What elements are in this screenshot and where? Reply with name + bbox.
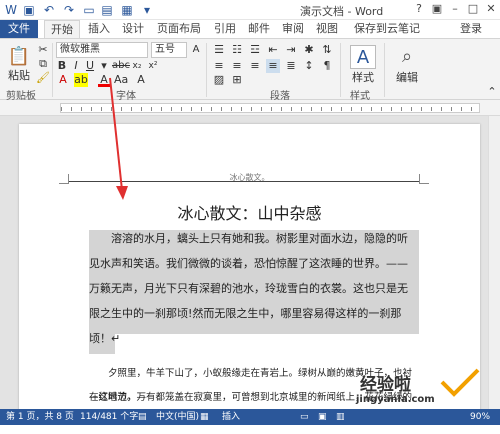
watermark-logo: 经验啦	[360, 375, 411, 395]
arrow-line	[109, 77, 123, 191]
status-bar: 第 1 页，共 8 页 114/481 个字 ▤ 中文(中国) ▦ 插入 ▭ ▣…	[0, 409, 500, 425]
annotation-arrow	[109, 77, 128, 200]
arrow-head	[116, 186, 128, 200]
page-count[interactable]: 第 1 页，共 8 页	[6, 409, 74, 425]
language[interactable]: 中文(中国)	[156, 409, 199, 425]
insert-mode[interactable]: 插入	[222, 409, 240, 425]
read-mode-icon[interactable]: ▭	[300, 409, 309, 425]
word-count[interactable]: 114/481 个字	[80, 409, 138, 425]
web-layout-icon[interactable]: ▥	[336, 409, 345, 425]
macro-icon[interactable]: ▦	[200, 409, 209, 425]
proofing-icon[interactable]: ▤	[138, 409, 147, 425]
watermark-check-icon	[440, 368, 480, 397]
print-layout-icon[interactable]: ▣	[318, 409, 327, 425]
zoom-level[interactable]: 90%	[470, 409, 490, 425]
watermark-url: jingyanla.com	[356, 394, 435, 405]
